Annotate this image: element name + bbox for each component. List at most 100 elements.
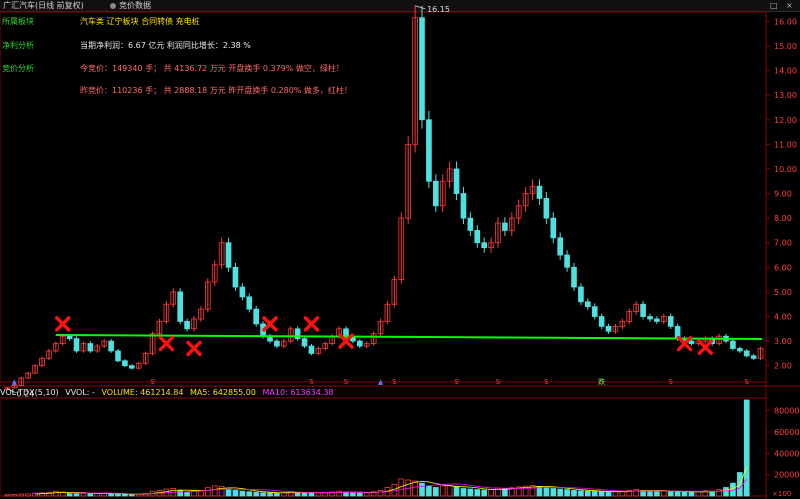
volume-bar <box>87 493 94 497</box>
volume-bar <box>18 493 25 497</box>
volume-bar <box>267 492 273 497</box>
candle-body <box>122 360 128 367</box>
volume-panel-frame <box>0 397 767 497</box>
volume-bar <box>654 490 660 497</box>
volume-bar <box>260 492 266 497</box>
volume-bar <box>184 491 190 497</box>
candle-body <box>571 266 577 288</box>
volume-bar <box>412 480 418 497</box>
sidebar-item-profit[interactable]: 净利分析 <box>2 40 34 51</box>
volume-bar <box>564 489 570 497</box>
price-tick-label: 16.00 <box>774 17 797 26</box>
candle-body <box>115 350 121 362</box>
volume-bar <box>301 492 308 497</box>
volume-bar <box>612 491 619 497</box>
volume-bar <box>204 487 211 497</box>
volume-bar <box>681 491 688 497</box>
volume-header: VOL-TDX(5,10) VVOL: - VOLUME: 461214.84 … <box>0 388 760 399</box>
event-label: S <box>150 378 155 386</box>
price-tick-label: 14.00 <box>774 67 797 76</box>
volume-ma5-line <box>35 466 748 495</box>
volume-bar <box>432 487 439 497</box>
event-label: S <box>392 378 397 386</box>
candle-body <box>481 242 488 249</box>
event-label: S <box>745 378 750 386</box>
sectors-text: 汽车类 辽宁板块 合同转债 充电桩 <box>80 17 200 26</box>
candle-body <box>356 340 363 347</box>
price-tick-label: 2.00 <box>774 362 792 371</box>
volume-bar <box>647 490 653 497</box>
volume-bar <box>377 490 384 497</box>
volume-bar <box>688 491 695 497</box>
candle-body <box>557 237 563 256</box>
candle-body <box>253 308 260 325</box>
today-auction-text: 今竞价：149340 手； 共 4136.72 万元 开盘换手 0.379% 做… <box>80 64 344 73</box>
volume-bar <box>350 492 356 497</box>
candle-body <box>460 193 467 219</box>
volume-bar <box>502 488 508 497</box>
candle-body <box>225 242 232 268</box>
volume-bar <box>66 492 73 497</box>
candle-body <box>743 350 750 357</box>
volume-bar <box>488 489 494 497</box>
candle-body <box>578 286 584 303</box>
candle-body <box>453 168 460 194</box>
event-label: S <box>496 378 501 386</box>
price-tick-label: 15.00 <box>774 42 797 51</box>
ma5-value: MA5: 642855.00 <box>190 388 256 397</box>
volume-bar <box>591 491 598 497</box>
volume-bar <box>481 489 488 497</box>
price-tick-label: 9.00 <box>774 190 792 199</box>
yesterday-auction-text: 昨竞价：110236 手； 共 2888.18 万元 昨开盘换手 0.280% … <box>80 86 352 95</box>
volume-bar <box>598 491 605 497</box>
event-label: S <box>544 378 549 386</box>
volume-bar <box>695 491 702 497</box>
candle-body <box>301 338 308 347</box>
volume-bar <box>439 485 446 497</box>
candle-body <box>308 345 315 354</box>
candle-body <box>598 316 605 327</box>
candle-body <box>737 348 743 352</box>
candle-body <box>246 296 253 310</box>
volume-bar <box>11 493 18 497</box>
x-marker <box>54 316 71 332</box>
candle-body <box>647 316 653 320</box>
candle-body <box>432 180 439 207</box>
candle-body <box>750 355 757 359</box>
candle-body <box>232 266 239 288</box>
event-label: S <box>669 378 674 386</box>
volume-bar <box>25 493 31 497</box>
candle-body <box>467 217 474 231</box>
candle-body <box>502 222 508 231</box>
candle-body <box>474 230 481 244</box>
volume-indicator-name[interactable]: VOL-TDX(5,10) <box>0 388 59 397</box>
volume-bar <box>543 487 550 497</box>
volume-tick-label: 60000 <box>774 428 799 437</box>
sidebar-item-sector[interactable]: 所属板块 <box>2 16 34 27</box>
volume-tick-label: 40000 <box>774 449 799 458</box>
volume-bar <box>122 493 128 497</box>
volume-tick-label: 20000 <box>774 471 799 480</box>
candle-body <box>177 291 184 322</box>
volume-bar <box>246 491 253 497</box>
sidebar-item-auction[interactable]: 竞价分析 <box>2 63 34 74</box>
price-tick-label: 8.00 <box>774 214 792 223</box>
volume-bar <box>667 491 674 497</box>
volume-bar <box>467 488 474 497</box>
candle-body <box>564 254 570 268</box>
candle-body <box>73 338 80 352</box>
price-tick-label: 4.00 <box>774 313 792 322</box>
price-tick-label: 13.00 <box>774 91 797 100</box>
candle-body <box>426 119 432 182</box>
kline-chart[interactable]: 2.00 3.00 4.00 5.00 6.00 7.00 8.00 9.00 10.00 11.… <box>0 0 800 499</box>
candle-body <box>543 198 550 219</box>
candle-body <box>87 343 94 352</box>
high-price-label: 16.15 <box>427 5 450 14</box>
candle-body <box>585 301 591 308</box>
volume-bar <box>446 484 453 497</box>
volume-bar <box>557 488 563 497</box>
price-tick-label: 6.00 <box>774 263 792 272</box>
candle-body <box>640 303 646 317</box>
volume-bar <box>225 488 232 497</box>
candle-body <box>184 321 190 330</box>
